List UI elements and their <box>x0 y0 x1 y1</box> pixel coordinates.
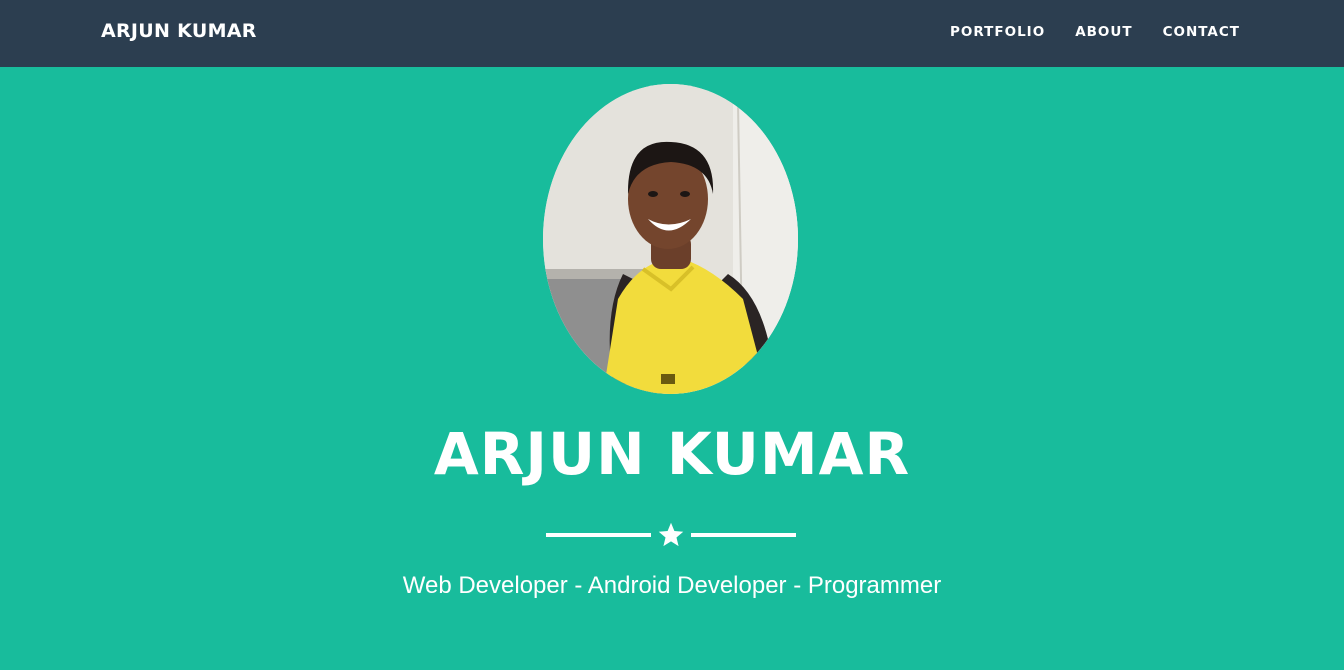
divider-line-right <box>691 533 796 537</box>
brand-link[interactable]: ARJUN KUMAR <box>101 20 257 42</box>
star-divider <box>546 519 796 549</box>
nav-links: PORTFOLIO ABOUT CONTACT <box>920 24 1240 40</box>
hero-section: ARJUN KUMAR Web Developer - Android Deve… <box>0 67 1344 670</box>
hero-name: ARJUN KUMAR <box>433 420 911 488</box>
hero-tagline: Web Developer - Android Developer - Prog… <box>402 572 942 599</box>
nav-link-contact[interactable]: CONTACT <box>1163 24 1240 40</box>
nav-link-about[interactable]: ABOUT <box>1075 24 1132 40</box>
star-icon <box>658 522 684 547</box>
divider-line-left <box>546 533 651 537</box>
profile-photo <box>543 84 798 394</box>
nav-link-portfolio[interactable]: PORTFOLIO <box>950 24 1045 40</box>
navbar: ARJUN KUMAR PORTFOLIO ABOUT CONTACT <box>0 0 1344 67</box>
